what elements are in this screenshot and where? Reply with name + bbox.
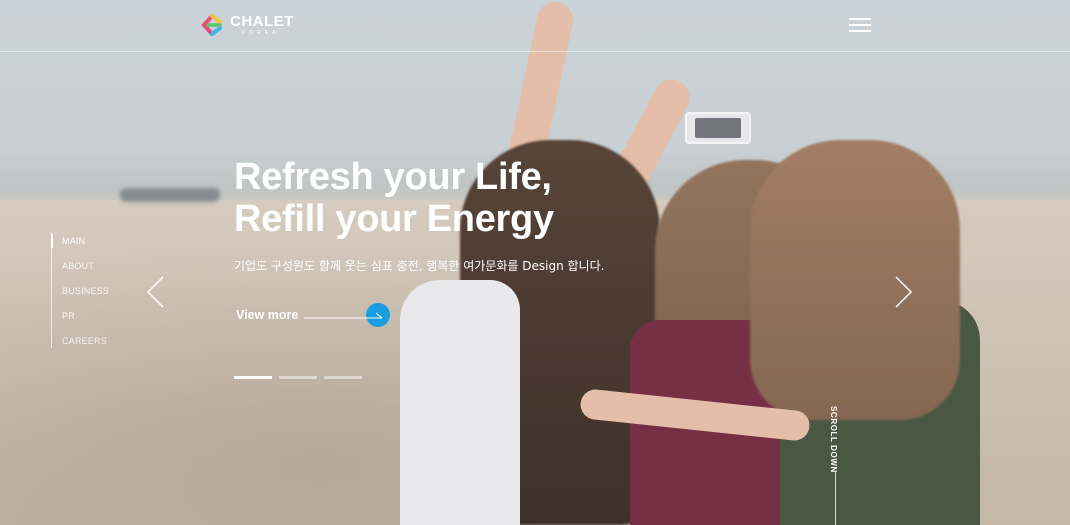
- site-header: CHALET KOREA: [0, 0, 1070, 52]
- pager-dot-1[interactable]: [234, 376, 272, 379]
- view-more-label: View more: [236, 308, 299, 322]
- chevron-right-icon[interactable]: [893, 275, 913, 309]
- pager-dot-3[interactable]: [324, 376, 362, 379]
- arrow-right-icon: [304, 312, 383, 319]
- hero-headline: Refresh your Life, Refill your Energy: [234, 156, 554, 240]
- chevron-left-icon[interactable]: [146, 275, 166, 309]
- side-nav-active-indicator: [51, 234, 53, 248]
- chalet-logo-icon: [201, 14, 222, 36]
- logo[interactable]: CHALET KOREA: [200, 13, 294, 37]
- scroll-down-label: SCROLL DOWN: [829, 406, 838, 473]
- hero-section: CHALET KOREA MAIN ABOUT BUSINESS PR CARE…: [0, 0, 1070, 525]
- side-nav-item-about[interactable]: ABOUT: [62, 261, 94, 271]
- hamburger-icon[interactable]: [849, 18, 871, 34]
- view-more-button[interactable]: View more: [236, 303, 391, 327]
- side-nav: MAIN ABOUT BUSINESS PR CAREERS: [51, 232, 131, 348]
- side-nav-item-pr[interactable]: PR: [62, 311, 75, 321]
- side-nav-item-careers[interactable]: CAREERS: [62, 336, 107, 346]
- hero-headline-line-2: Refill your Energy: [234, 198, 554, 240]
- logo-name: CHALET: [230, 13, 294, 30]
- hero-headline-line-1: Refresh your Life,: [234, 156, 552, 198]
- logo-subtitle: KOREA: [242, 30, 280, 36]
- side-nav-item-business[interactable]: BUSINESS: [62, 286, 109, 296]
- slide-pagination: [234, 376, 362, 379]
- pager-dot-2[interactable]: [279, 376, 317, 379]
- side-nav-item-main[interactable]: MAIN: [62, 236, 85, 246]
- scroll-down-indicator[interactable]: SCROLL DOWN: [829, 406, 843, 525]
- hero-subcopy: 기업도 구성원도 함께 웃는 심표 충전, 행복한 여가문화를 Design 합…: [234, 259, 605, 273]
- scroll-down-line: [835, 472, 836, 525]
